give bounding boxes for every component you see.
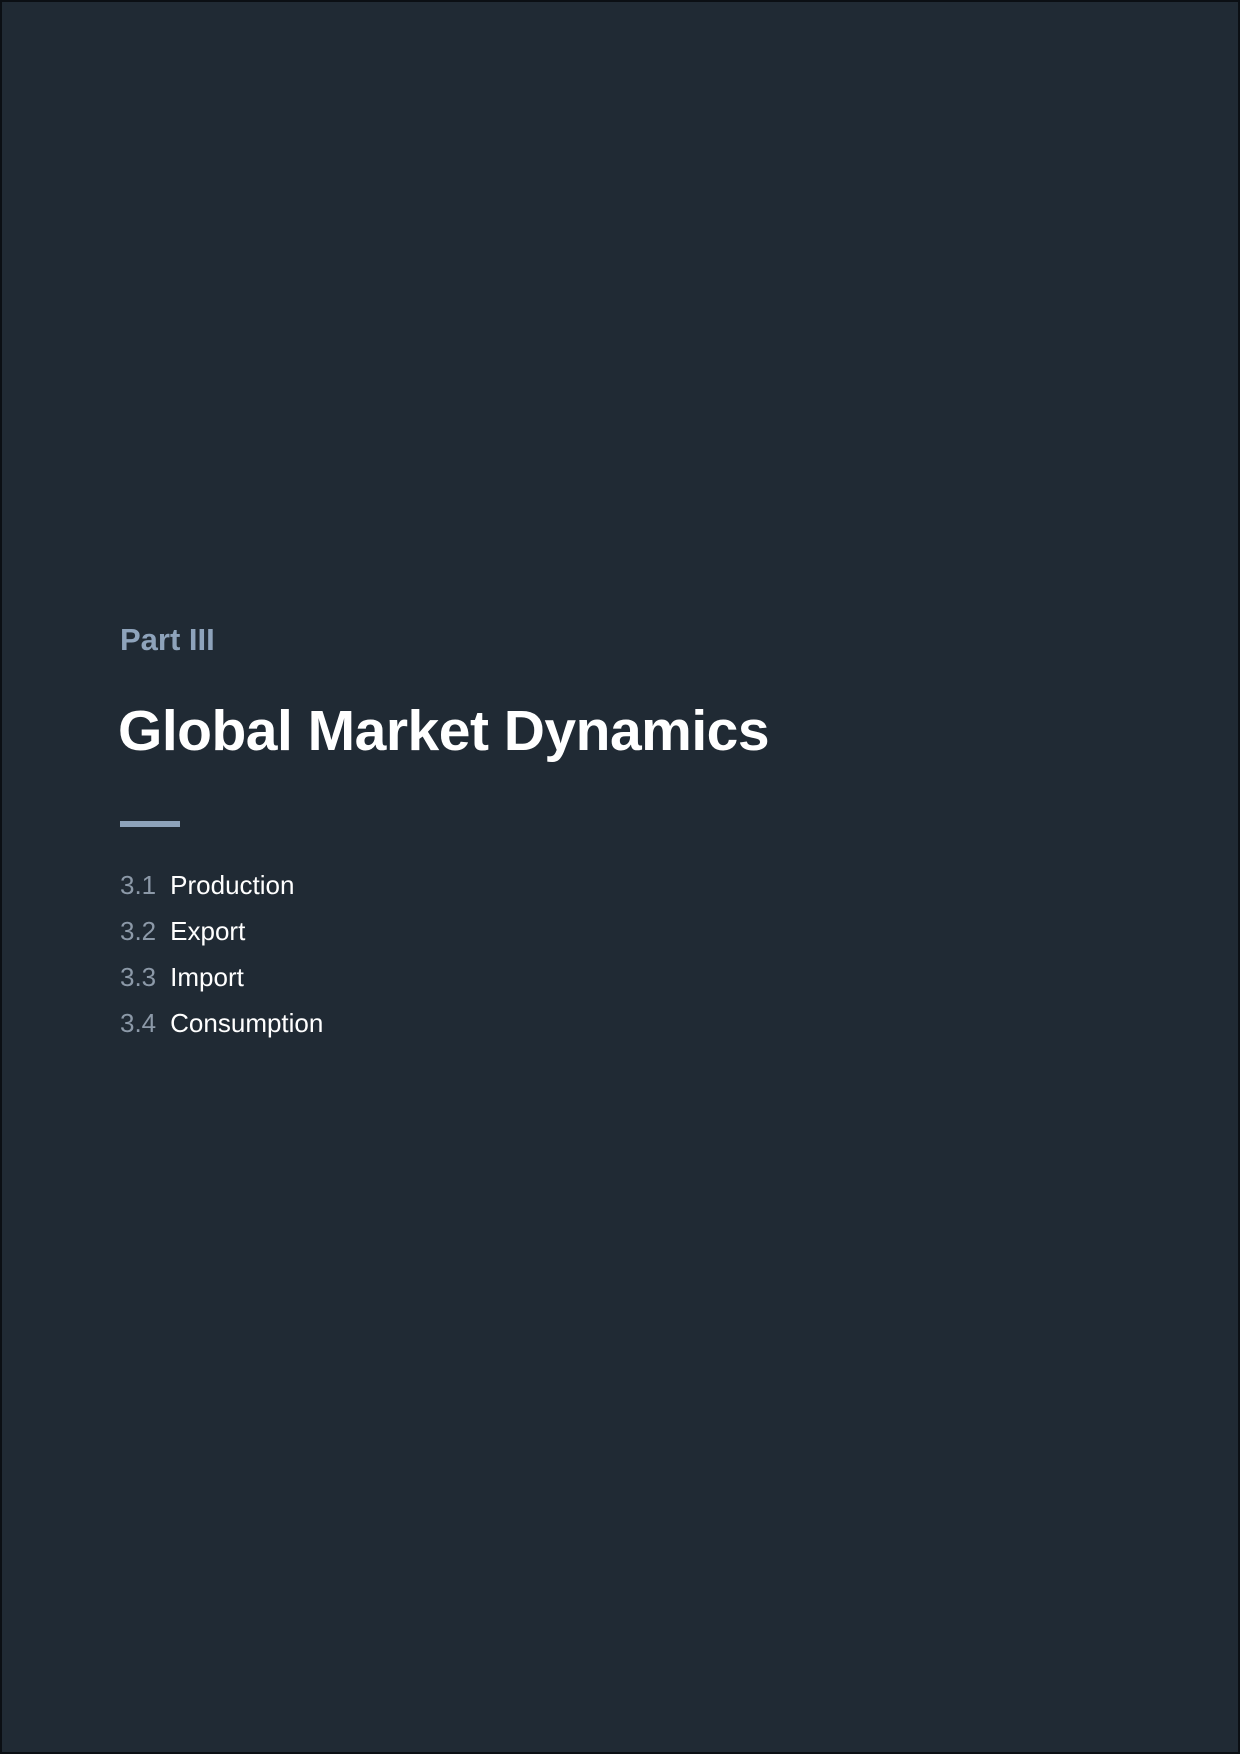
section-title: Global Market Dynamics bbox=[118, 699, 770, 763]
toc-item-consumption[interactable]: 3.4 Consumption bbox=[120, 1005, 323, 1051]
toc-label: Import bbox=[170, 962, 244, 992]
toc-item-production[interactable]: 3.1 Production bbox=[120, 867, 323, 913]
toc-number: 3.1 bbox=[120, 870, 157, 900]
toc-item-import[interactable]: 3.3 Import bbox=[120, 959, 323, 1005]
toc-item-export[interactable]: 3.2 Export bbox=[120, 913, 323, 959]
title-rule bbox=[120, 821, 180, 827]
toc-number: 3.2 bbox=[120, 916, 157, 946]
toc-number: 3.3 bbox=[120, 962, 157, 992]
section-divider-page: Part III Global Market Dynamics 3.1 Prod… bbox=[0, 0, 1240, 1754]
toc-label: Export bbox=[170, 916, 246, 946]
section-toc: 3.1 Production 3.2 Export 3.3 Import 3.4… bbox=[120, 867, 323, 1051]
toc-label: Consumption bbox=[170, 1008, 324, 1038]
part-label: Part III bbox=[120, 622, 215, 657]
toc-number: 3.4 bbox=[120, 1008, 157, 1038]
toc-label: Production bbox=[170, 870, 295, 900]
